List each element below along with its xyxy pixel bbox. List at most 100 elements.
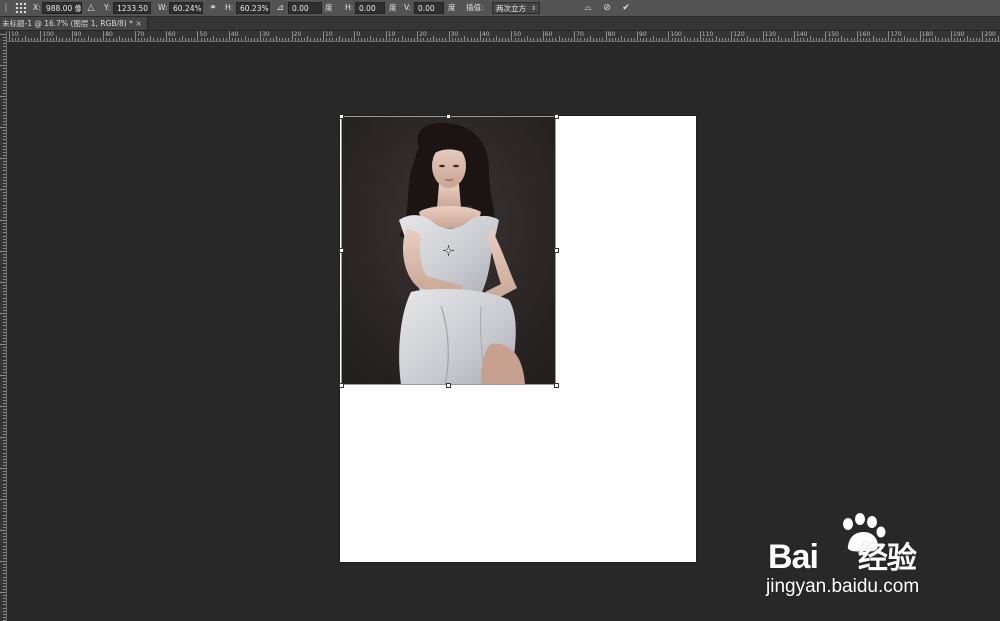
ruler-minor-tick — [3, 337, 6, 339]
ruler-minor-tick — [501, 38, 503, 41]
ruler-minor-tick — [957, 38, 959, 41]
ruler-minor-tick — [348, 38, 350, 41]
ruler-minor-tick — [3, 316, 6, 318]
ruler-minor-tick — [3, 582, 6, 584]
ruler-minor-tick — [304, 38, 306, 41]
ruler-minor-tick — [3, 40, 6, 42]
interpolation-select[interactable]: 两次立方 ⇕ — [492, 2, 540, 14]
ruler-minor-tick — [3, 213, 6, 215]
ruler-minor-tick — [633, 38, 635, 41]
ruler-minor-tick — [3, 204, 6, 206]
ruler-minor-tick — [3, 353, 6, 355]
ruler-minor-tick — [351, 38, 353, 41]
ruler-minor-tick — [3, 350, 6, 352]
commit-icon[interactable]: ✔ — [620, 2, 632, 14]
ruler-minor-tick — [454, 38, 456, 41]
y-field[interactable]: 1233.50 像 — [113, 2, 151, 14]
w-field[interactable]: 60.24% — [169, 2, 203, 14]
vskew-field[interactable]: 0.00 — [414, 2, 444, 14]
ruler-minor-tick — [530, 38, 532, 41]
ruler-minor-tick — [790, 38, 792, 41]
ruler-minor-tick — [18, 38, 20, 41]
ruler-minor-tick — [3, 390, 6, 392]
ruler-minor-tick — [3, 238, 6, 240]
ruler-minor-tick — [476, 38, 478, 41]
link-icon[interactable]: ⚭ — [208, 2, 218, 14]
ruler-minor-tick — [470, 38, 472, 41]
ruler-minor-tick — [203, 38, 205, 41]
ruler-minor-tick — [3, 471, 6, 473]
ruler-minor-tick — [0, 189, 6, 190]
transform-handle-top[interactable] — [446, 114, 451, 119]
ruler-minor-tick — [596, 38, 598, 41]
ruler-minor-tick — [0, 468, 6, 469]
ruler-minor-tick — [0, 313, 6, 314]
ruler-minor-tick — [414, 38, 416, 41]
ruler-label: 80 — [607, 31, 616, 38]
ruler-minor-tick — [3, 226, 6, 228]
ruler-minor-tick — [969, 38, 971, 41]
ruler-minor-tick — [483, 38, 485, 41]
horizontal-ruler[interactable]: 10 100 90 80 70 60 50 40 30 20 10 0 10 20 30 40 50 60 70 80… — [7, 31, 1000, 42]
ruler-minor-tick — [439, 38, 441, 41]
ruler-minor-tick — [3, 418, 6, 420]
delta-icon[interactable]: △ — [86, 2, 96, 14]
ruler-major-tick — [385, 31, 387, 41]
ruler-minor-tick — [3, 74, 6, 76]
transform-handle-bottom-right[interactable] — [554, 383, 559, 388]
transform-handle-top-right[interactable] — [554, 114, 559, 119]
ruler-minor-tick — [772, 38, 774, 41]
ruler-minor-tick — [81, 38, 83, 41]
transform-handle-top-left[interactable] — [339, 114, 344, 119]
ruler-minor-tick — [3, 464, 6, 466]
vertical-ruler[interactable] — [0, 31, 7, 621]
ruler-minor-tick — [3, 294, 6, 296]
ruler-minor-tick — [815, 38, 817, 41]
ruler-minor-tick — [147, 38, 149, 41]
ruler-minor-tick — [3, 263, 6, 265]
document-tab[interactable]: 未标题-1 @ 16.7% (图层 1, RGB/8) * × — [0, 17, 148, 30]
ruler-minor-tick — [539, 38, 541, 41]
ruler-minor-tick — [140, 38, 142, 41]
transform-handle-right[interactable] — [554, 248, 559, 253]
ruler-minor-tick — [115, 38, 117, 41]
ruler-minor-tick — [3, 120, 6, 122]
ruler-minor-tick — [3, 235, 6, 237]
ruler-minor-tick — [3, 130, 6, 132]
ruler-minor-tick — [3, 285, 6, 287]
h-field[interactable]: 60.23% — [236, 2, 270, 14]
angle-field[interactable]: 0.00 — [288, 2, 322, 14]
options-bar: | X: 988.00 像素 △ Y: 1233.50 像 W: 60.24% … — [0, 0, 1000, 17]
ruler-minor-tick — [3, 548, 6, 550]
ruler-minor-tick — [238, 38, 240, 41]
ruler-minor-tick — [3, 108, 6, 110]
ruler-minor-tick — [310, 38, 312, 41]
ruler-major-tick — [40, 31, 42, 41]
ruler-minor-tick — [3, 359, 6, 361]
reference-point-icon[interactable] — [15, 2, 27, 14]
ruler-major-tick — [134, 31, 136, 41]
ruler-label: 10 — [11, 31, 19, 38]
ruler-minor-tick — [599, 38, 601, 41]
ruler-minor-tick — [3, 371, 6, 373]
ruler-minor-tick — [985, 38, 987, 41]
transform-handle-left[interactable] — [339, 248, 344, 253]
ruler-minor-tick — [3, 533, 6, 535]
transform-handle-bottom-left[interactable] — [339, 383, 344, 388]
ruler-minor-tick — [3, 102, 6, 104]
ruler-minor-tick — [266, 38, 268, 41]
close-icon[interactable]: × — [135, 17, 142, 30]
ruler-minor-tick — [131, 38, 133, 41]
hskew-field[interactable]: 0.00 — [355, 2, 385, 14]
transform-handle-bottom[interactable] — [446, 383, 451, 388]
ruler-minor-tick — [128, 38, 130, 41]
ruler-label: 180 — [921, 31, 934, 38]
warp-icon[interactable]: ⌓ — [582, 2, 594, 14]
ruler-major-tick — [731, 31, 733, 41]
watermark-brand-text: Bai — [768, 538, 819, 576]
cancel-icon[interactable]: ⊘ — [601, 2, 613, 14]
ruler-minor-tick — [932, 38, 934, 41]
transform-center-icon[interactable] — [443, 245, 454, 256]
x-field[interactable]: 988.00 像素 — [42, 2, 82, 14]
ruler-minor-tick — [3, 520, 6, 522]
